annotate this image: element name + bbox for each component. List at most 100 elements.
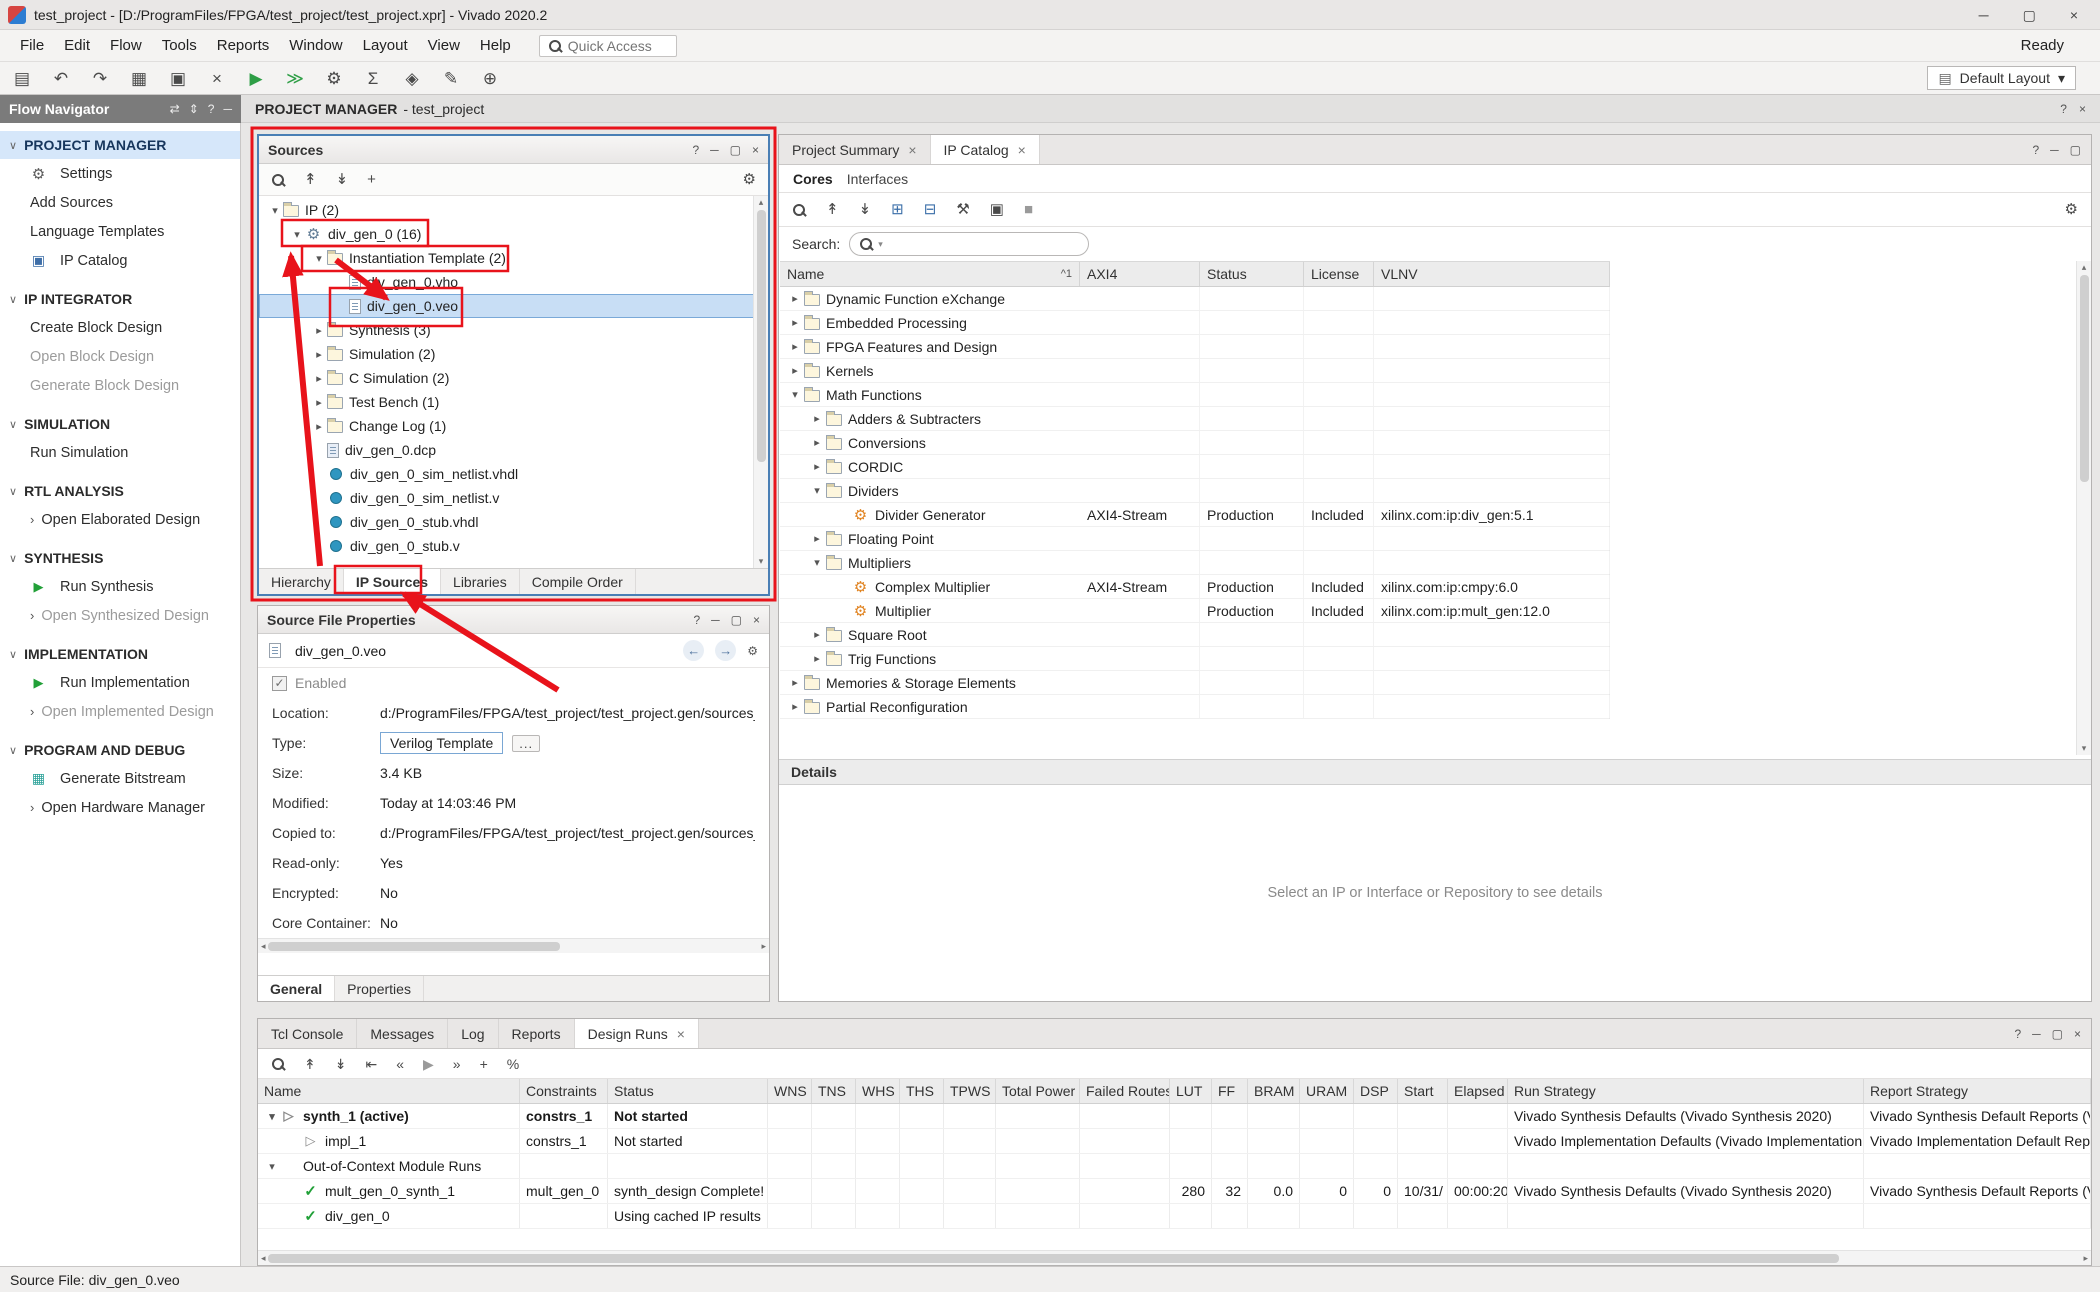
expander-icon[interactable]: ▾ bbox=[267, 204, 283, 217]
edit-icon[interactable] bbox=[439, 66, 463, 90]
catalog-row[interactable]: Complex Multiplier AXI4-Stream Productio… bbox=[780, 575, 1610, 599]
expander-icon[interactable]: ▸ bbox=[311, 348, 327, 361]
tab-close-icon[interactable] bbox=[677, 1026, 685, 1042]
back-icon[interactable] bbox=[683, 640, 704, 661]
menu-item[interactable]: Edit bbox=[54, 32, 100, 59]
expand-all-icon[interactable] bbox=[335, 1056, 347, 1072]
catalog-row[interactable]: ▸ Kernels bbox=[780, 359, 1610, 383]
panel-bottom-tab[interactable]: Compile Order bbox=[520, 569, 636, 594]
column-header-tns[interactable]: TNS bbox=[812, 1079, 856, 1103]
design-run-row[interactable]: impl_1 constrs_1 Not started Vivado Impl… bbox=[258, 1129, 2091, 1154]
panel-bottom-tab[interactable]: Properties bbox=[335, 976, 424, 1001]
flow-nav-item[interactable]: Generate Block Design bbox=[0, 371, 240, 400]
source-tree-item[interactable]: ▸ Simulation (2) bbox=[259, 342, 768, 366]
column-header-start[interactable]: Start bbox=[1398, 1079, 1448, 1103]
flow-nav-item[interactable]: › Open Elaborated Design bbox=[0, 505, 240, 534]
source-tree-item[interactable]: div_gen_0.vho bbox=[259, 270, 768, 294]
catalog-row[interactable]: ▸ Dynamic Function eXchange bbox=[780, 287, 1610, 311]
column-header-uram[interactable]: URAM bbox=[1300, 1079, 1354, 1103]
settings-icon[interactable] bbox=[743, 171, 756, 188]
catalog-row[interactable]: ▸ FPGA Features and Design bbox=[780, 335, 1610, 359]
catalog-row[interactable]: ▸ CORDIC bbox=[780, 455, 1610, 479]
flow-nav-item[interactable]: Create Block Design bbox=[0, 313, 240, 342]
float-panel-icon[interactable] bbox=[2070, 143, 2081, 157]
scrollbar-thumb[interactable] bbox=[2080, 275, 2089, 482]
panel-tab[interactable]: Log bbox=[448, 1019, 498, 1048]
obsolete-filter-icon[interactable] bbox=[1024, 201, 1033, 218]
copy-icon[interactable] bbox=[166, 66, 190, 90]
expander-icon[interactable]: ▸ bbox=[786, 340, 804, 353]
scrollbar-thumb[interactable] bbox=[757, 210, 766, 462]
expander-icon[interactable]: ▾ bbox=[289, 228, 305, 241]
expander-icon[interactable]: ▸ bbox=[808, 460, 826, 473]
horizontal-scrollbar[interactable] bbox=[258, 1250, 2091, 1265]
catalog-row[interactable]: ▸ Embedded Processing bbox=[780, 311, 1610, 335]
expander-icon[interactable]: ▸ bbox=[808, 436, 826, 449]
column-header-wns[interactable]: WNS bbox=[768, 1079, 812, 1103]
expander-icon[interactable]: ▸ bbox=[786, 316, 804, 329]
paste-icon[interactable] bbox=[127, 66, 151, 90]
column-header-ths[interactable]: THS bbox=[900, 1079, 944, 1103]
flow-nav-section-header[interactable]: RTL ANALYSIS bbox=[0, 477, 240, 505]
source-tree-item[interactable]: div_gen_0.veo bbox=[259, 294, 768, 318]
catalog-search-input[interactable] bbox=[888, 237, 1079, 252]
minimize-panel-icon[interactable] bbox=[711, 613, 720, 627]
panel-bottom-tab[interactable]: Hierarchy bbox=[259, 569, 344, 594]
dock-icon[interactable] bbox=[170, 102, 180, 116]
hierarchy-view-icon[interactable] bbox=[891, 201, 904, 218]
catalog-row[interactable]: ▾ Math Functions bbox=[780, 383, 1610, 407]
expander-icon[interactable]: ▸ bbox=[311, 420, 327, 433]
float-panel-icon[interactable] bbox=[731, 613, 742, 627]
collapse-all-icon[interactable] bbox=[304, 1056, 316, 1072]
float-panel-icon[interactable] bbox=[2052, 1027, 2063, 1041]
expander-icon[interactable]: ▸ bbox=[311, 324, 327, 337]
vertical-scrollbar[interactable] bbox=[2076, 261, 2091, 755]
expander-icon[interactable]: ▸ bbox=[808, 652, 826, 665]
source-tree-item[interactable]: div_gen_0.dcp bbox=[259, 438, 768, 462]
design-run-row[interactable]: mult_gen_0_synth_1 mult_gen_0 synth_desi… bbox=[258, 1179, 2091, 1204]
flow-nav-item[interactable]: Settings bbox=[0, 159, 240, 188]
expander-icon[interactable]: ▾ bbox=[786, 388, 804, 401]
panel-tab[interactable]: Tcl Console bbox=[258, 1019, 357, 1048]
source-tree-item[interactable]: div_gen_0_sim_netlist.v bbox=[259, 486, 768, 510]
close-icon[interactable] bbox=[2079, 102, 2086, 116]
source-tree-item[interactable]: div_gen_0_stub.vhdl bbox=[259, 510, 768, 534]
expander-icon[interactable]: ▸ bbox=[311, 396, 327, 409]
customize-icon[interactable] bbox=[956, 201, 969, 218]
float-panel-icon[interactable] bbox=[730, 143, 741, 157]
source-tree-item[interactable]: ▾ Instantiation Template (2) bbox=[259, 246, 768, 270]
catalog-row[interactable]: ▸ Partial Reconfiguration bbox=[780, 695, 1610, 719]
column-header-ff[interactable]: FF bbox=[1212, 1079, 1248, 1103]
column-header-axi4[interactable]: AXI4 bbox=[1080, 262, 1200, 286]
close-panel-icon[interactable] bbox=[2074, 1027, 2081, 1041]
menu-item[interactable]: Tools bbox=[152, 32, 207, 59]
minimize-panel-icon[interactable] bbox=[2032, 1027, 2041, 1041]
column-header-bram[interactable]: BRAM bbox=[1248, 1079, 1300, 1103]
license-icon[interactable] bbox=[990, 201, 1004, 218]
create-run-icon[interactable] bbox=[480, 1056, 488, 1072]
enabled-checkbox[interactable] bbox=[272, 676, 287, 691]
menu-item[interactable]: Layout bbox=[353, 32, 418, 59]
flow-nav-item[interactable]: › Open Synthesized Design bbox=[0, 601, 240, 630]
close-button[interactable] bbox=[2070, 7, 2078, 23]
column-header-total-power[interactable]: Total Power bbox=[996, 1079, 1080, 1103]
help-icon[interactable] bbox=[2060, 102, 2067, 116]
column-header-tpws[interactable]: TPWS bbox=[944, 1079, 996, 1103]
flow-nav-item[interactable]: Generate Bitstream bbox=[0, 764, 240, 793]
save-icon[interactable] bbox=[10, 66, 34, 90]
collapse-all-icon[interactable] bbox=[826, 201, 839, 218]
design-run-row[interactable]: div_gen_0 Using cached IP results bbox=[258, 1204, 2091, 1229]
source-tree-item[interactable]: ▸ Change Log (1) bbox=[259, 414, 768, 438]
column-header-license[interactable]: License bbox=[1304, 262, 1374, 286]
flow-nav-item[interactable]: Add Sources bbox=[0, 188, 240, 217]
catalog-row[interactable]: ▸ Square Root bbox=[780, 623, 1610, 647]
tab-close-icon[interactable] bbox=[1018, 142, 1026, 158]
step-forward-icon[interactable] bbox=[453, 1056, 461, 1072]
source-tree-item[interactable]: ▾ div_gen_0 (16) bbox=[259, 222, 768, 246]
expander-icon[interactable]: ▸ bbox=[786, 700, 804, 713]
design-run-row[interactable]: ▾ Out-of-Context Module Runs bbox=[258, 1154, 2091, 1179]
add-sources-icon[interactable] bbox=[367, 171, 376, 188]
column-header-status[interactable]: Status bbox=[1200, 262, 1304, 286]
settings-icon[interactable] bbox=[322, 66, 346, 90]
settings-icon[interactable] bbox=[2065, 201, 2078, 218]
